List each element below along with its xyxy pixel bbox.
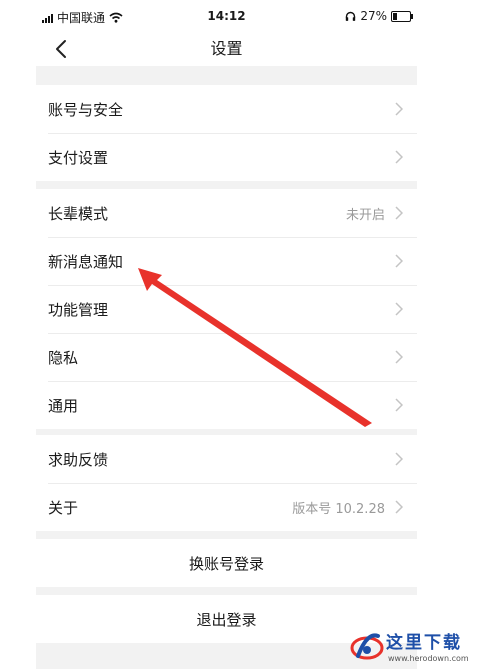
settings-item-label: 关于 (48, 498, 79, 517)
chevron-right-icon (395, 452, 403, 466)
nav-bar: 设置 (36, 32, 417, 66)
settings-item-label: 隐私 (48, 348, 79, 367)
settings-item-account-security[interactable]: 账号与安全 (36, 85, 417, 133)
settings-item-label: 账号与安全 (48, 100, 124, 119)
watermark-text: 这里下载 (386, 633, 462, 653)
page-title: 设置 (210, 39, 243, 58)
settings-item-feedback[interactable]: 求助反馈 (36, 435, 417, 483)
chevron-right-icon (395, 302, 403, 316)
battery-percent: 27% (360, 9, 387, 23)
settings-item-about[interactable]: 关于 版本号 10.2.28 (36, 483, 417, 531)
chevron-right-icon (395, 398, 403, 412)
settings-item-label: 长辈模式 (48, 204, 109, 223)
headphones-icon (346, 11, 356, 21)
settings-group-general: 长辈模式 未开启 新消息通知 功能管理 隐私 通用 (36, 189, 417, 429)
settings-screen: 中国联通 14:12 27% 设置 账号与安全 支付设置 长辈模式 未开启 新消… (36, 0, 417, 669)
settings-item-label: 通用 (48, 396, 79, 415)
settings-item-payment[interactable]: 支付设置 (36, 133, 417, 181)
chevron-right-icon (395, 102, 403, 116)
status-bar: 中国联通 14:12 27% (36, 0, 417, 32)
chevron-right-icon (395, 150, 403, 164)
watermark-url: www.herodown.com (388, 654, 469, 663)
chevron-right-icon (395, 254, 403, 268)
settings-item-label: 功能管理 (48, 300, 109, 319)
settings-group-help: 求助反馈 关于 版本号 10.2.28 (36, 435, 417, 531)
settings-item-notifications[interactable]: 新消息通知 (36, 237, 417, 285)
watermark-logo-icon (350, 633, 384, 660)
switch-account-button[interactable]: 换账号登录 (36, 539, 417, 587)
settings-item-label: 求助反馈 (48, 450, 109, 469)
status-right: 27% (345, 9, 413, 23)
battery-icon (391, 10, 413, 22)
chevron-right-icon (395, 500, 403, 514)
settings-item-elder-mode[interactable]: 长辈模式 未开启 (36, 189, 417, 237)
settings-group-account: 账号与安全 支付设置 (36, 85, 417, 181)
settings-item-privacy[interactable]: 隐私 (36, 333, 417, 381)
settings-item-general[interactable]: 通用 (36, 381, 417, 429)
watermark: 这里下载 www.herodown.com (348, 624, 478, 669)
settings-item-value: 未开启 (345, 207, 385, 223)
settings-item-label: 新消息通知 (48, 252, 124, 271)
chevron-right-icon (395, 350, 403, 364)
settings-item-label: 支付设置 (48, 148, 109, 167)
settings-item-features[interactable]: 功能管理 (36, 285, 417, 333)
chevron-right-icon (395, 206, 403, 220)
settings-item-value: 版本号 10.2.28 (292, 501, 385, 517)
